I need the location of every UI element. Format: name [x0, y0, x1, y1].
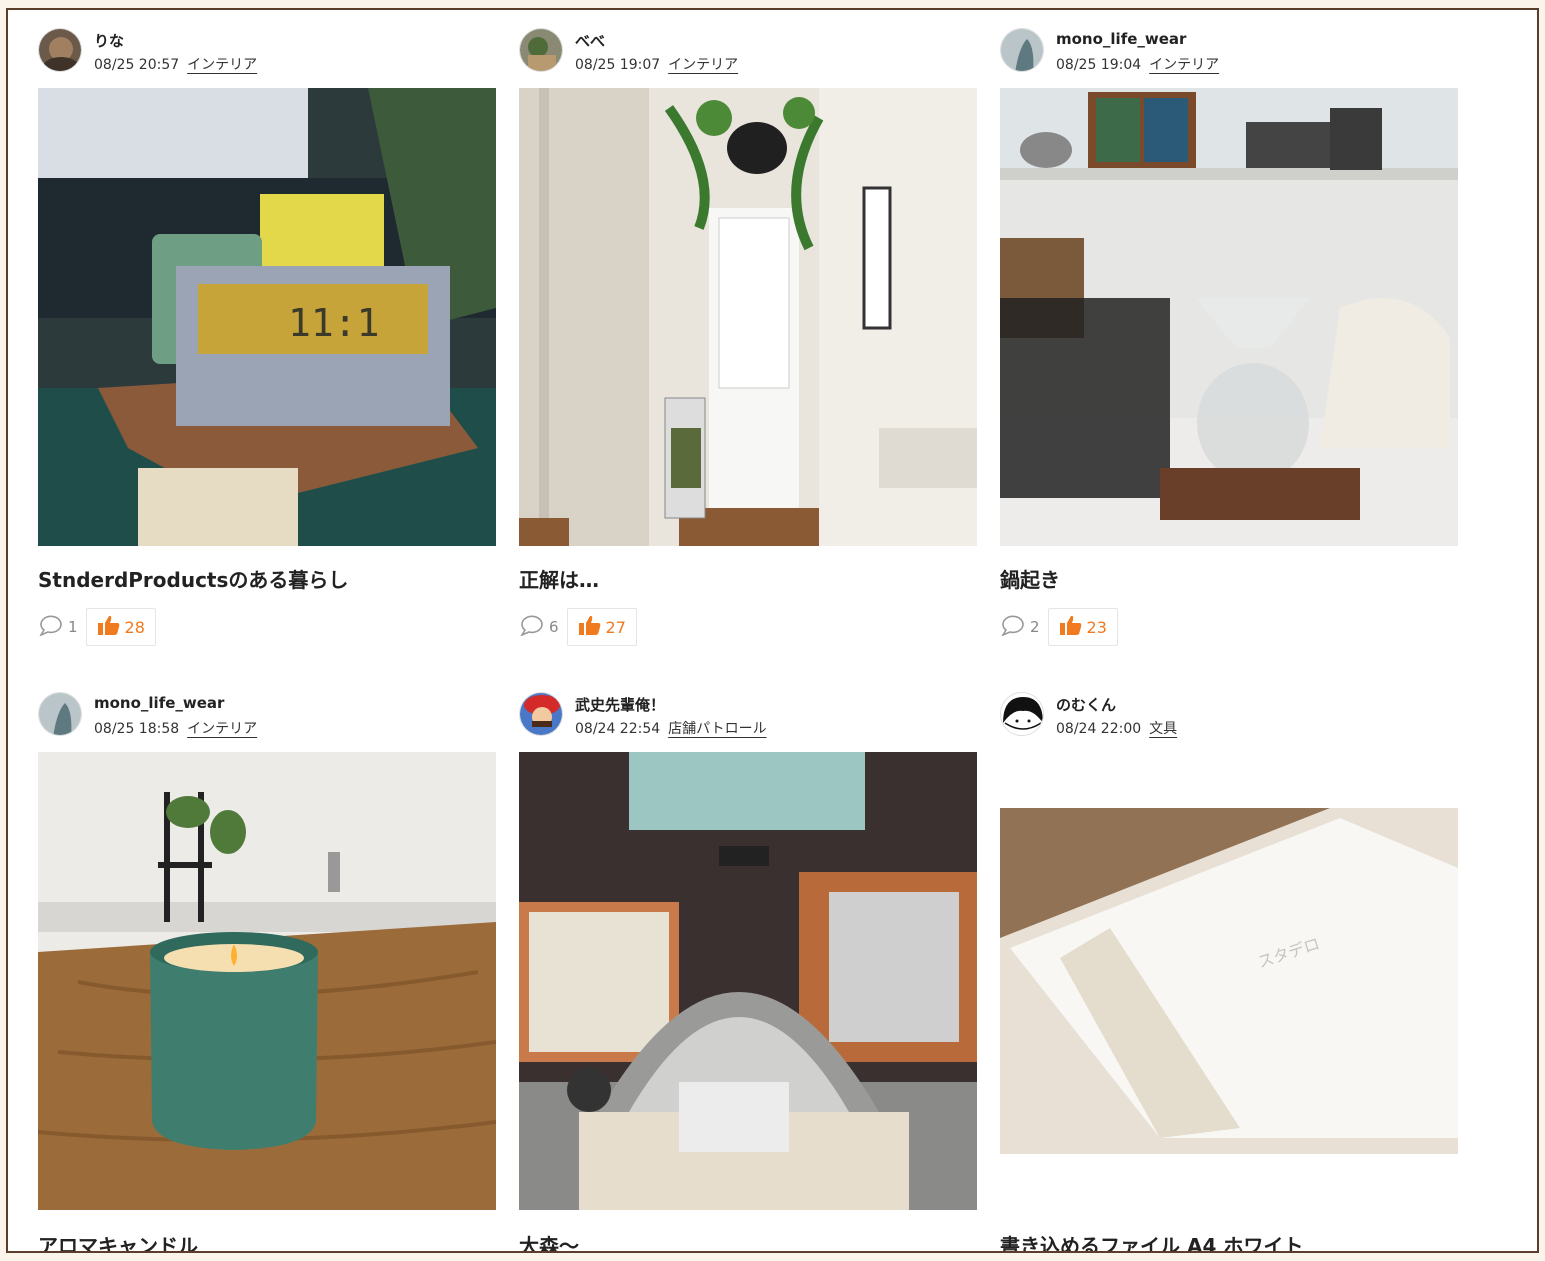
- post-meta: 08/24 22:00 文具: [1056, 718, 1177, 738]
- post-card[interactable]: べべ 08/25 19:07 インテリア 正解は… 6 27: [519, 10, 977, 646]
- comment-bubble-icon: [519, 614, 545, 640]
- post-title[interactable]: アロマキャンドル: [38, 1230, 198, 1251]
- username[interactable]: べべ: [575, 30, 605, 51]
- post-actions: 2 23: [1000, 608, 1118, 646]
- avatar[interactable]: [1000, 28, 1044, 72]
- comment-button[interactable]: 2: [1000, 614, 1040, 640]
- post-photo[interactable]: [519, 752, 977, 1210]
- username[interactable]: mono_life_wear: [94, 694, 224, 712]
- post-card[interactable]: のむくん 08/24 22:00 文具 スタデロ 書き込めるファイル A4 ホワイ…: [1000, 674, 1458, 1251]
- post-card[interactable]: りな 08/25 20:57 インテリア 11:1 StnderdProduct…: [38, 10, 496, 646]
- svg-text:11:1: 11:1: [288, 301, 380, 345]
- post-header: のむくん 08/24 22:00 文具: [1000, 674, 1458, 737]
- post-meta: 08/25 18:58 インテリア: [94, 718, 257, 738]
- post-header: mono_life_wear 08/25 18:58 インテリア: [38, 674, 496, 737]
- post-photo[interactable]: スタデロ: [1000, 808, 1458, 1154]
- category-link[interactable]: 店舗パトロール: [668, 721, 766, 737]
- post-title[interactable]: 書き込めるファイル A4 ホワイト: [1000, 1230, 1303, 1251]
- post-date: 08/25 18:58: [94, 721, 180, 737]
- comment-bubble-icon: [38, 614, 64, 640]
- avatar[interactable]: [38, 692, 82, 736]
- post-header: りな 08/25 20:57 インテリア: [38, 10, 496, 73]
- comment-button[interactable]: 6: [519, 614, 559, 640]
- post-title[interactable]: 大森〜: [519, 1230, 579, 1251]
- avatar[interactable]: [519, 28, 563, 72]
- like-button[interactable]: 23: [1047, 608, 1118, 646]
- post-meta: 08/25 19:04 インテリア: [1056, 54, 1219, 74]
- post-card[interactable]: 武史先輩俺！ 08/24 22:54 店舗パトロール 大森〜: [519, 674, 977, 1251]
- category-link[interactable]: インテリア: [187, 721, 257, 737]
- post-photo[interactable]: [38, 752, 496, 1210]
- like-count: 28: [124, 617, 145, 637]
- post-title[interactable]: 鍋起き: [1000, 564, 1060, 593]
- comment-button[interactable]: 1: [38, 614, 78, 640]
- post-title[interactable]: StnderdProductsのある暮らし: [38, 564, 348, 593]
- post-actions: 1 28: [38, 608, 156, 646]
- comment-count: 1: [68, 618, 78, 636]
- username[interactable]: 武史先輩俺！: [575, 694, 665, 715]
- thumbs-up-icon: [1059, 614, 1083, 640]
- post-date: 08/24 22:54: [575, 721, 661, 737]
- post-actions: 6 27: [519, 608, 637, 646]
- post-photo[interactable]: 11:1: [38, 88, 496, 546]
- like-count: 27: [605, 617, 626, 637]
- thumbs-up-icon: [578, 614, 602, 640]
- thumbs-up-icon: [97, 614, 121, 640]
- post-date: 08/24 22:00: [1056, 721, 1142, 737]
- username[interactable]: のむくん: [1056, 694, 1116, 715]
- username[interactable]: りな: [94, 30, 124, 51]
- post-date: 08/25 20:57: [94, 57, 180, 73]
- post-photo[interactable]: [1000, 88, 1458, 546]
- avatar[interactable]: [519, 692, 563, 736]
- post-title[interactable]: 正解は…: [519, 564, 599, 593]
- like-count: 23: [1086, 617, 1107, 637]
- post-header: 武史先輩俺！ 08/24 22:54 店舗パトロール: [519, 674, 977, 737]
- post-photo[interactable]: [519, 88, 977, 546]
- comment-bubble-icon: [1000, 614, 1026, 640]
- post-date: 08/25 19:07: [575, 57, 661, 73]
- comment-count: 2: [1030, 618, 1040, 636]
- username[interactable]: mono_life_wear: [1056, 30, 1186, 48]
- post-date: 08/25 19:04: [1056, 57, 1142, 73]
- post-meta: 08/25 19:07 インテリア: [575, 54, 738, 74]
- like-button[interactable]: 28: [85, 608, 156, 646]
- post-header: mono_life_wear 08/25 19:04 インテリア: [1000, 10, 1458, 73]
- avatar[interactable]: [1000, 692, 1044, 736]
- comment-count: 6: [549, 618, 559, 636]
- avatar[interactable]: [38, 28, 82, 72]
- post-card[interactable]: mono_life_wear 08/25 19:04 インテリア 鍋起き 2 2…: [1000, 10, 1458, 646]
- post-meta: 08/24 22:54 店舗パトロール: [575, 718, 767, 738]
- category-link[interactable]: 文具: [1149, 721, 1177, 737]
- post-card[interactable]: mono_life_wear 08/25 18:58 インテリア アロマキャンド…: [38, 674, 496, 1251]
- category-link[interactable]: インテリア: [1149, 57, 1219, 73]
- category-link[interactable]: インテリア: [187, 57, 257, 73]
- post-grid: りな 08/25 20:57 インテリア 11:1 StnderdProduct…: [6, 8, 1539, 1253]
- like-button[interactable]: 27: [566, 608, 637, 646]
- category-link[interactable]: インテリア: [668, 57, 738, 73]
- post-meta: 08/25 20:57 インテリア: [94, 54, 257, 74]
- post-header: べべ 08/25 19:07 インテリア: [519, 10, 977, 73]
